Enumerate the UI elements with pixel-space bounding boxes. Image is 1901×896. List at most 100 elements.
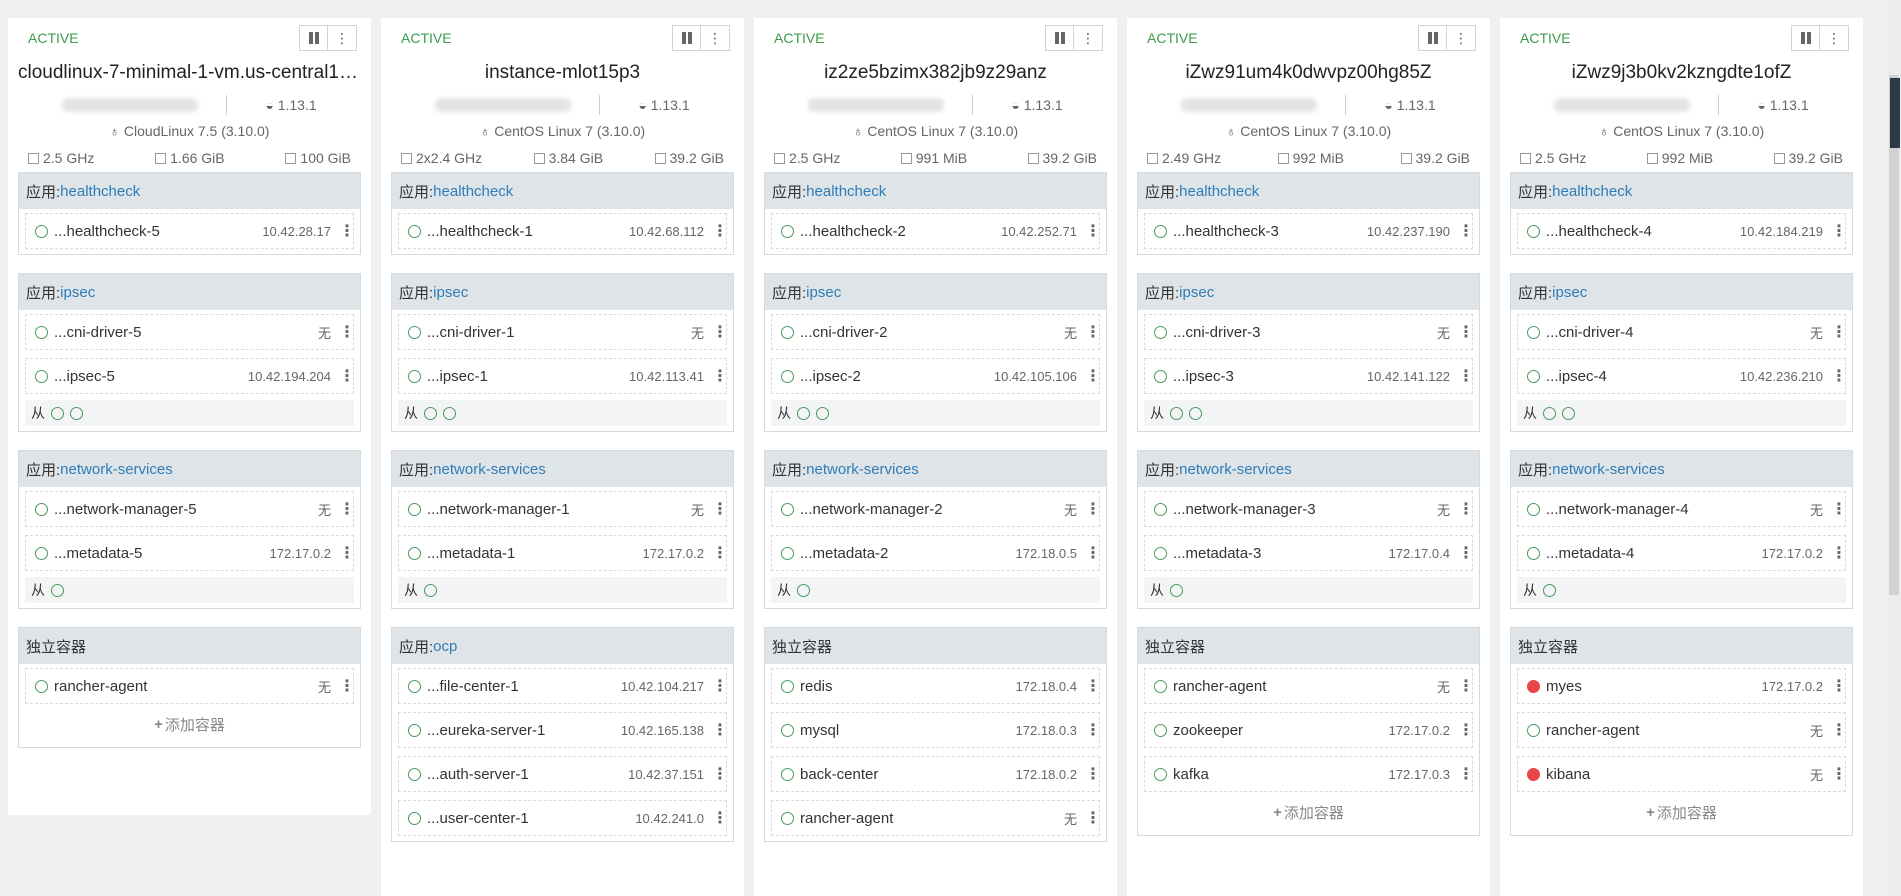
container-name[interactable]: ...metadata-3 [1173, 545, 1389, 562]
kebab-menu-icon[interactable]: ⋮ [1458, 499, 1474, 519]
kebab-menu-icon[interactable]: ⋮ [712, 499, 728, 519]
kebab-menu-icon[interactable]: ⋮ [1831, 499, 1847, 519]
stack-link[interactable]: healthcheck [433, 183, 513, 200]
sidekick-status-icon[interactable] [1170, 583, 1183, 597]
container-row[interactable]: back-center 172.18.0.2 ⋮ [771, 756, 1101, 792]
stack-link[interactable]: network-services [1552, 461, 1665, 478]
container-name[interactable]: rancher-agent [1546, 722, 1810, 739]
kebab-menu-icon[interactable]: ⋮ [1085, 720, 1101, 740]
container-row[interactable]: mysql 172.18.0.3 ⋮ [771, 712, 1101, 748]
container-row[interactable]: kibana 无 ⋮ [1517, 756, 1847, 792]
stack-link[interactable]: ipsec [1552, 284, 1587, 301]
container-name[interactable]: ...network-manager-2 [800, 501, 1064, 518]
container-name[interactable]: ...healthcheck-2 [800, 223, 1001, 240]
stack-link[interactable]: ipsec [60, 284, 95, 301]
container-name[interactable]: ...healthcheck-1 [427, 223, 629, 240]
container-row[interactable]: ...network-manager-1 无 ⋮ [398, 491, 728, 527]
container-name[interactable]: ...cni-driver-4 [1546, 324, 1810, 341]
container-row[interactable]: ...cni-driver-4 无 ⋮ [1517, 314, 1847, 350]
container-row[interactable]: redis 172.18.0.4 ⋮ [771, 668, 1101, 704]
container-name[interactable]: zookeeper [1173, 722, 1389, 739]
container-name[interactable]: myes [1546, 678, 1762, 695]
kebab-menu-icon[interactable]: ⋮ [712, 720, 728, 740]
sidekick-status-icon[interactable] [424, 583, 437, 597]
kebab-menu-icon[interactable]: ⋮ [1831, 366, 1847, 386]
container-row[interactable]: rancher-agent 无 ⋮ [1517, 712, 1847, 748]
container-row[interactable]: ...healthcheck-1 10.42.68.112 ⋮ [398, 213, 728, 249]
container-row[interactable]: ...healthcheck-4 10.42.184.219 ⋮ [1517, 213, 1847, 249]
kebab-menu-icon[interactable]: ⋮ [1831, 764, 1847, 784]
container-name[interactable]: back-center [800, 766, 1016, 783]
pause-button[interactable] [672, 25, 701, 51]
container-row[interactable]: ...cni-driver-5 无 ⋮ [25, 314, 355, 350]
host-name[interactable]: iZwz9j3b0kv2kzngdte1ofZ [1510, 58, 1853, 88]
kebab-menu-icon[interactable]: ⋮ [1831, 720, 1847, 740]
host-name[interactable]: instance-mlot15p3 [391, 58, 734, 88]
container-name[interactable]: ...ipsec-2 [800, 368, 994, 385]
kebab-menu-icon[interactable]: ⋮ [1458, 720, 1474, 740]
host-name[interactable]: cloudlinux-7-minimal-1-vm.us-central1-..… [18, 58, 361, 88]
container-name[interactable]: ...cni-driver-3 [1173, 324, 1437, 341]
sidekick-status-icon[interactable] [1543, 583, 1556, 597]
kebab-menu-icon[interactable]: ⋮ [1085, 499, 1101, 519]
container-row[interactable]: ...file-center-1 10.42.104.217 ⋮ [398, 668, 728, 704]
container-name[interactable]: ...metadata-2 [800, 545, 1016, 562]
sidekick-status-icon[interactable] [51, 583, 64, 597]
container-row[interactable]: ...ipsec-4 10.42.236.210 ⋮ [1517, 358, 1847, 394]
add-container-button[interactable]: + 添加容器 [1517, 794, 1846, 830]
container-row[interactable]: rancher-agent 无 ⋮ [771, 800, 1101, 836]
kebab-menu-icon[interactable]: ⋮ [1831, 543, 1847, 563]
stack-link[interactable]: ipsec [1179, 284, 1214, 301]
pause-button[interactable] [1045, 25, 1074, 51]
container-row[interactable]: ...healthcheck-5 10.42.28.17 ⋮ [25, 213, 355, 249]
container-row[interactable]: ...metadata-3 172.17.0.4 ⋮ [1144, 535, 1474, 571]
kebab-menu-icon[interactable]: ⋮ [1458, 322, 1474, 342]
container-name[interactable]: ...network-manager-1 [427, 501, 691, 518]
container-row[interactable]: ...metadata-2 172.18.0.5 ⋮ [771, 535, 1101, 571]
kebab-menu-icon[interactable]: ⋮ [712, 764, 728, 784]
kebab-menu-icon[interactable]: ⋮ [1085, 322, 1101, 342]
kebab-menu-icon[interactable]: ⋮ [1458, 676, 1474, 696]
sidekick-status-icon[interactable] [443, 406, 456, 420]
container-row[interactable]: ...ipsec-5 10.42.194.204 ⋮ [25, 358, 355, 394]
container-name[interactable]: ...ipsec-3 [1173, 368, 1367, 385]
kebab-menu-icon[interactable]: ⋮ [712, 221, 728, 241]
container-name[interactable]: ...eureka-server-1 [427, 722, 621, 739]
sidekick-status-icon[interactable] [1543, 406, 1556, 420]
container-name[interactable]: ...cni-driver-2 [800, 324, 1064, 341]
stack-link[interactable]: healthcheck [1552, 183, 1632, 200]
stack-link[interactable]: network-services [1179, 461, 1292, 478]
kebab-menu-icon[interactable]: ⋮ [1831, 322, 1847, 342]
host-menu-button[interactable]: ⋮ [1074, 25, 1103, 51]
container-row[interactable]: ...healthcheck-3 10.42.237.190 ⋮ [1144, 213, 1474, 249]
container-row[interactable]: ...cni-driver-3 无 ⋮ [1144, 314, 1474, 350]
add-container-button[interactable]: + 添加容器 [1144, 794, 1473, 830]
host-menu-button[interactable]: ⋮ [328, 25, 357, 51]
container-row[interactable]: zookeeper 172.17.0.2 ⋮ [1144, 712, 1474, 748]
pause-button[interactable] [1791, 25, 1820, 51]
kebab-menu-icon[interactable]: ⋮ [1458, 543, 1474, 563]
container-row[interactable]: ...ipsec-2 10.42.105.106 ⋮ [771, 358, 1101, 394]
container-row[interactable]: ...network-manager-2 无 ⋮ [771, 491, 1101, 527]
sidekick-status-icon[interactable] [424, 406, 437, 420]
kebab-menu-icon[interactable]: ⋮ [339, 543, 355, 563]
container-name[interactable]: ...healthcheck-4 [1546, 223, 1740, 240]
host-name[interactable]: iz2ze5bzimx382jb9z29anz [764, 58, 1107, 88]
container-row[interactable]: ...healthcheck-2 10.42.252.71 ⋮ [771, 213, 1101, 249]
sidekick-status-icon[interactable] [797, 583, 810, 597]
sidekick-status-icon[interactable] [1189, 406, 1202, 420]
sidekick-status-icon[interactable] [70, 406, 83, 420]
kebab-menu-icon[interactable]: ⋮ [339, 366, 355, 386]
stack-link[interactable]: healthcheck [806, 183, 886, 200]
container-row[interactable]: rancher-agent 无 ⋮ [25, 668, 355, 704]
container-name[interactable]: ...metadata-5 [54, 545, 270, 562]
container-name[interactable]: ...cni-driver-1 [427, 324, 691, 341]
container-name[interactable]: ...healthcheck-5 [54, 223, 262, 240]
stack-link[interactable]: healthcheck [60, 183, 140, 200]
stack-link[interactable]: ipsec [806, 284, 841, 301]
kebab-menu-icon[interactable]: ⋮ [712, 366, 728, 386]
sidekick-status-icon[interactable] [797, 406, 810, 420]
container-row[interactable]: ...metadata-1 172.17.0.2 ⋮ [398, 535, 728, 571]
kebab-menu-icon[interactable]: ⋮ [712, 676, 728, 696]
container-name[interactable]: kafka [1173, 766, 1389, 783]
